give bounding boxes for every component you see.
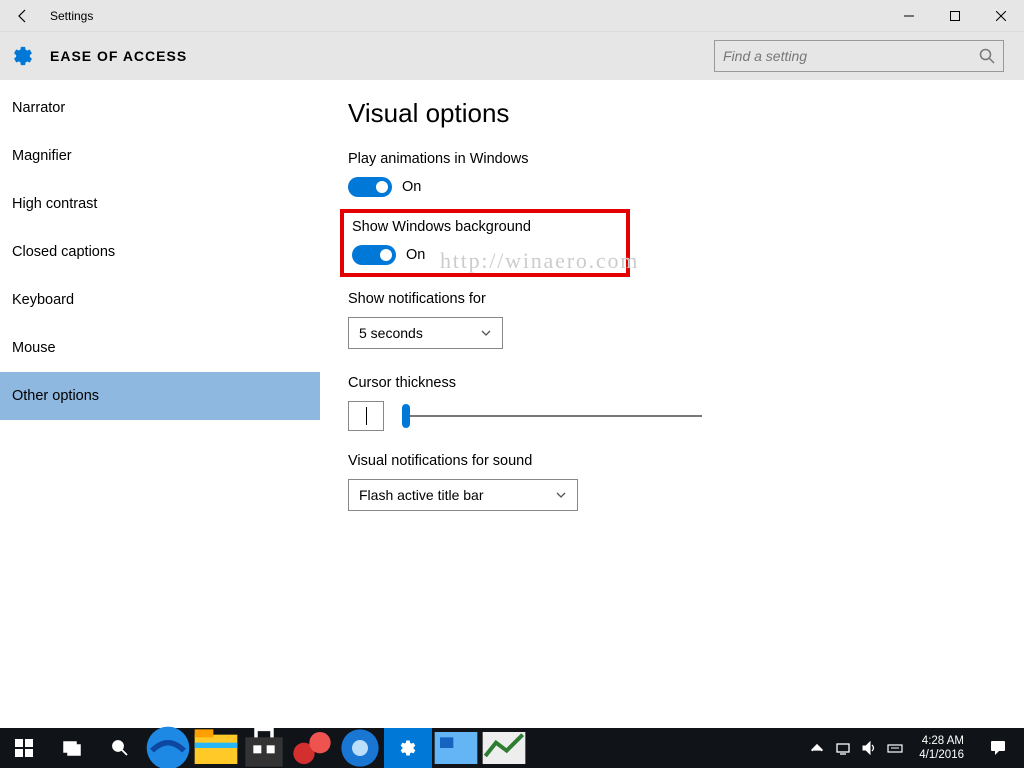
minimize-button[interactable] <box>886 0 932 32</box>
sidebar-item-magnifier[interactable]: Magnifier <box>0 132 320 180</box>
show-background-label: Show Windows background <box>352 219 618 235</box>
show-background-toggle[interactable] <box>352 245 396 265</box>
window-title: Settings <box>46 9 93 23</box>
search-input[interactable] <box>723 48 979 64</box>
visual-notifications-dropdown[interactable]: Flash active title bar <box>348 479 578 511</box>
maximize-button[interactable] <box>932 0 978 32</box>
back-button[interactable] <box>0 0 46 32</box>
taskbar-explorer-icon[interactable] <box>192 728 240 768</box>
settings-header: EASE OF ACCESS <box>0 32 1024 80</box>
sidebar-item-keyboard[interactable]: Keyboard <box>0 276 320 324</box>
page-heading: Visual options <box>348 98 996 129</box>
start-button[interactable] <box>0 728 48 768</box>
visual-notifications-label: Visual notifications for sound <box>348 453 996 469</box>
chevron-down-icon <box>555 489 567 501</box>
action-center-icon[interactable] <box>978 728 1018 768</box>
content-pane: http://winaero.com Visual options Play a… <box>320 80 1024 728</box>
taskbar-app-icon-3[interactable] <box>432 728 480 768</box>
gear-icon <box>10 43 36 69</box>
search-button[interactable] <box>96 728 144 768</box>
notifications-for-value: 5 seconds <box>359 325 480 341</box>
category-title: EASE OF ACCESS <box>50 48 187 64</box>
tray-network-icon[interactable] <box>833 728 853 768</box>
taskbar-date: 4/1/2016 <box>919 748 964 762</box>
show-background-state: On <box>406 247 425 263</box>
highlight-box: Show Windows background On <box>340 209 630 277</box>
taskbar-clock[interactable]: 4:28 AM 4/1/2016 <box>911 734 972 762</box>
taskbar-app-icon-1[interactable] <box>288 728 336 768</box>
sidebar-item-high-contrast[interactable]: High contrast <box>0 180 320 228</box>
sidebar-item-mouse[interactable]: Mouse <box>0 324 320 372</box>
tray-keyboard-icon[interactable] <box>885 728 905 768</box>
tray-overflow-icon[interactable] <box>807 728 827 768</box>
titlebar: Settings <box>0 0 1024 32</box>
search-icon <box>979 48 995 64</box>
taskbar-time: 4:28 AM <box>919 734 964 748</box>
sidebar-item-closed-captions[interactable]: Closed captions <box>0 228 320 276</box>
taskbar-settings-icon[interactable] <box>384 728 432 768</box>
play-animations-toggle[interactable] <box>348 177 392 197</box>
cursor-thickness-slider[interactable] <box>402 404 702 428</box>
notifications-for-dropdown[interactable]: 5 seconds <box>348 317 503 349</box>
chevron-down-icon <box>480 327 492 339</box>
cursor-thickness-label: Cursor thickness <box>348 375 996 391</box>
sidebar-item-narrator[interactable]: Narrator <box>0 84 320 132</box>
sidebar: Narrator Magnifier High contrast Closed … <box>0 80 320 728</box>
notifications-for-label: Show notifications for <box>348 291 996 307</box>
taskbar-app-icon-4[interactable] <box>480 728 528 768</box>
tray-volume-icon[interactable] <box>859 728 879 768</box>
taskbar: 4:28 AM 4/1/2016 <box>0 728 1024 768</box>
play-animations-label: Play animations in Windows <box>348 151 996 167</box>
sidebar-item-other-options[interactable]: Other options <box>0 372 320 420</box>
visual-notifications-value: Flash active title bar <box>359 487 555 503</box>
taskbar-app-icon-2[interactable] <box>336 728 384 768</box>
cursor-thickness-preview <box>348 401 384 431</box>
systray: 4:28 AM 4/1/2016 <box>807 728 1024 768</box>
taskbar-edge-icon[interactable] <box>144 728 192 768</box>
taskbar-store-icon[interactable] <box>240 728 288 768</box>
close-button[interactable] <box>978 0 1024 32</box>
task-view-button[interactable] <box>48 728 96 768</box>
play-animations-state: On <box>402 179 421 195</box>
search-box[interactable] <box>714 40 1004 72</box>
